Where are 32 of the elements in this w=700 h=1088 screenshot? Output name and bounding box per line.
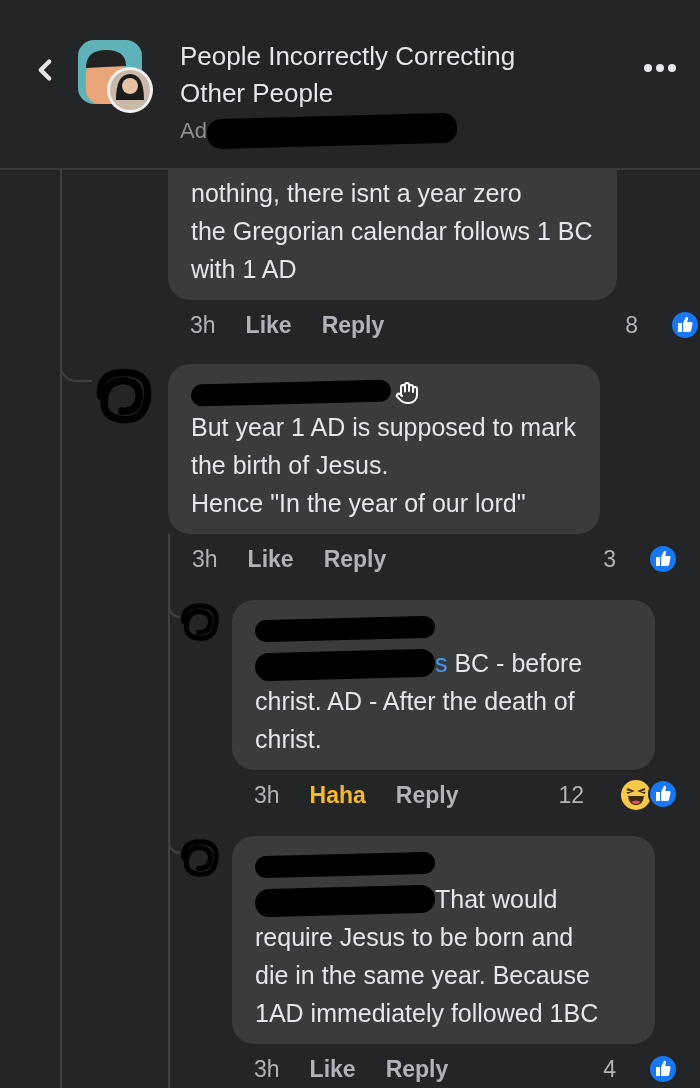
reply-button[interactable]: Reply [321, 311, 385, 339]
like-icon [670, 310, 700, 340]
reply-button[interactable]: Reply [385, 1055, 449, 1083]
redaction-scribble [178, 836, 222, 880]
comment-text: s BC - before christ. AD - After the death of christ. [255, 648, 584, 755]
comment-time: 3h [254, 1055, 280, 1083]
reaction-count: 12 [558, 781, 584, 809]
comment-time: 3h [192, 545, 218, 573]
reaction-button[interactable]: Like [309, 1055, 356, 1083]
reaction-count: 3 [603, 545, 616, 573]
reply-button[interactable]: Reply [395, 781, 459, 809]
reaction-button[interactable]: Haha [309, 781, 366, 809]
reaction-button[interactable]: Like [245, 311, 292, 339]
comment-time: 3h [190, 311, 216, 339]
comment-time: 3h [254, 781, 280, 809]
like-icon [648, 779, 678, 809]
comment-text: That would require Jesus to be born and die in the same year. Because 1AD immediately followed 1BC [255, 884, 600, 1029]
reaction-count: 4 [603, 1055, 616, 1083]
comment-text: nothing, there isnt a year zero the Gregorian calendar follows 1 BC with 1 AD [191, 178, 593, 285]
reaction-count: 8 [625, 311, 638, 339]
waving-hand-icon [395, 381, 419, 405]
redaction-scribble [178, 600, 222, 644]
group-avatar-icon [76, 38, 154, 114]
post-subtitle: Ad [180, 118, 207, 144]
more-options-icon[interactable] [644, 64, 676, 72]
comment-text: But year 1 AD is supposed to mark the birth of Jesus. Hence "In the year of our lord" [191, 412, 576, 519]
reaction-button[interactable]: Like [247, 545, 294, 573]
group-title: People Incorrectly Correcting Other People [180, 40, 517, 110]
like-icon [648, 544, 678, 574]
laughing-emoji-icon [620, 779, 652, 811]
like-icon [648, 1054, 678, 1084]
reply-button[interactable]: Reply [323, 545, 387, 573]
